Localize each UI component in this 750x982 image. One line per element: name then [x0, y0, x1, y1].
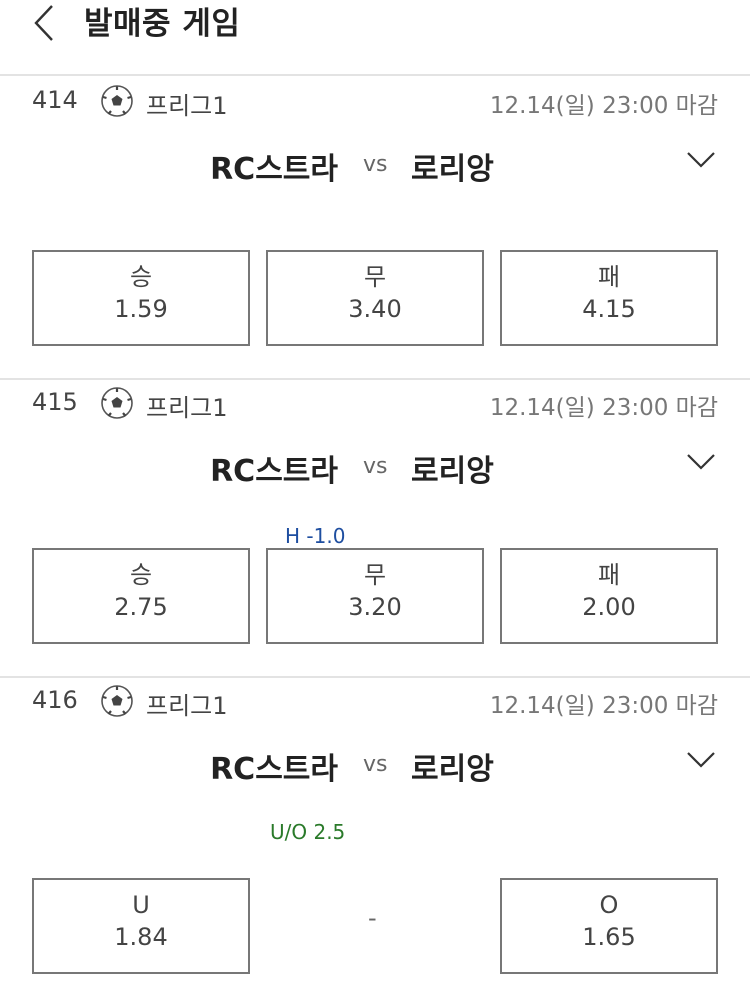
- game-number: 414: [32, 86, 78, 114]
- away-team: 로리앙: [411, 752, 494, 787]
- odds-draw-button[interactable]: 무 3.20: [266, 548, 484, 644]
- deadline: 12.14(일) 23:00 마감: [489, 693, 718, 719]
- odds-label: 무: [363, 263, 387, 291]
- game-card: 415 프리그1 12.14(일) 23:00 마감 RC스트라 vs 로리앙 …: [0, 380, 750, 678]
- league-name: 프리그1: [146, 394, 228, 422]
- game-meta: 414 프리그1 12.14(일) 23:00 마감: [32, 84, 718, 120]
- league-name: 프리그1: [146, 692, 228, 720]
- game-card: 414 프리그1 12.14(일) 23:00 마감 RC스트라 vs 로리앙 …: [0, 78, 750, 380]
- odds-value: 3.20: [348, 593, 402, 621]
- odds-value: 3.40: [348, 295, 402, 323]
- chevron-down-icon: [687, 752, 715, 768]
- game-number: 416: [32, 686, 78, 714]
- odds-value: 1.59: [114, 295, 168, 323]
- odds-lose-button[interactable]: 패 4.15: [500, 250, 718, 346]
- vs-label: vs: [363, 454, 388, 479]
- away-team: 로리앙: [411, 454, 494, 489]
- vs-label: vs: [363, 152, 388, 177]
- odds-value: 2.75: [114, 593, 168, 621]
- soccer-ball-icon: [101, 387, 133, 419]
- odds-label: 무: [363, 561, 387, 589]
- chevron-down-icon: [687, 454, 715, 470]
- league-name: 프리그1: [146, 92, 228, 120]
- game-meta: 415 프리그1 12.14(일) 23:00 마감: [32, 386, 718, 422]
- handicap-label: H -1.0: [285, 524, 346, 548]
- expand-button[interactable]: [686, 750, 720, 776]
- odds-under-button[interactable]: U 1.84: [32, 878, 250, 974]
- deadline: 12.14(일) 23:00 마감: [489, 93, 718, 119]
- vs-label: vs: [363, 752, 388, 777]
- game-card: 416 프리그1 12.14(일) 23:00 마감 RC스트라 vs 로리앙 …: [0, 678, 750, 982]
- game-number: 415: [32, 388, 78, 416]
- match-teams: RC스트라 vs 로리앙: [0, 744, 750, 787]
- match-teams: RC스트라 vs 로리앙: [0, 446, 750, 489]
- chevron-down-icon: [687, 152, 715, 168]
- no-draw-placeholder: -: [368, 904, 377, 932]
- odds-draw-button[interactable]: 무 3.40: [266, 250, 484, 346]
- home-team: RC스트라: [210, 454, 338, 489]
- odds-label: 패: [597, 263, 621, 291]
- odds-value: 1.84: [114, 923, 168, 951]
- odds-label: 승: [129, 561, 153, 589]
- home-team: RC스트라: [210, 752, 338, 787]
- home-team: RC스트라: [210, 152, 338, 187]
- odds-value: 1.65: [582, 923, 636, 951]
- soccer-ball-icon: [101, 685, 133, 717]
- odds-lose-button[interactable]: 패 2.00: [500, 548, 718, 644]
- odds-value: 4.15: [582, 295, 636, 323]
- chevron-left-icon: [34, 5, 53, 41]
- back-button[interactable]: [26, 0, 66, 44]
- odds-over-button[interactable]: O 1.65: [500, 878, 718, 974]
- odds-label: 패: [597, 561, 621, 589]
- under-over-label: U/O 2.5: [270, 820, 346, 844]
- soccer-ball-icon: [101, 85, 133, 117]
- header: 발매중 게임: [0, 0, 750, 76]
- odds-win-button[interactable]: 승 1.59: [32, 250, 250, 346]
- deadline: 12.14(일) 23:00 마감: [489, 395, 718, 421]
- odds-value: 2.00: [582, 593, 636, 621]
- odds-label: O: [599, 891, 619, 919]
- match-teams: RC스트라 vs 로리앙: [0, 144, 750, 187]
- expand-button[interactable]: [686, 452, 720, 478]
- odds-win-button[interactable]: 승 2.75: [32, 548, 250, 644]
- odds-label: 승: [129, 263, 153, 291]
- expand-button[interactable]: [686, 150, 720, 176]
- odds-label: U: [132, 891, 150, 919]
- page-title: 발매중 게임: [84, 6, 241, 42]
- game-meta: 416 프리그1 12.14(일) 23:00 마감: [32, 684, 718, 720]
- away-team: 로리앙: [411, 152, 494, 187]
